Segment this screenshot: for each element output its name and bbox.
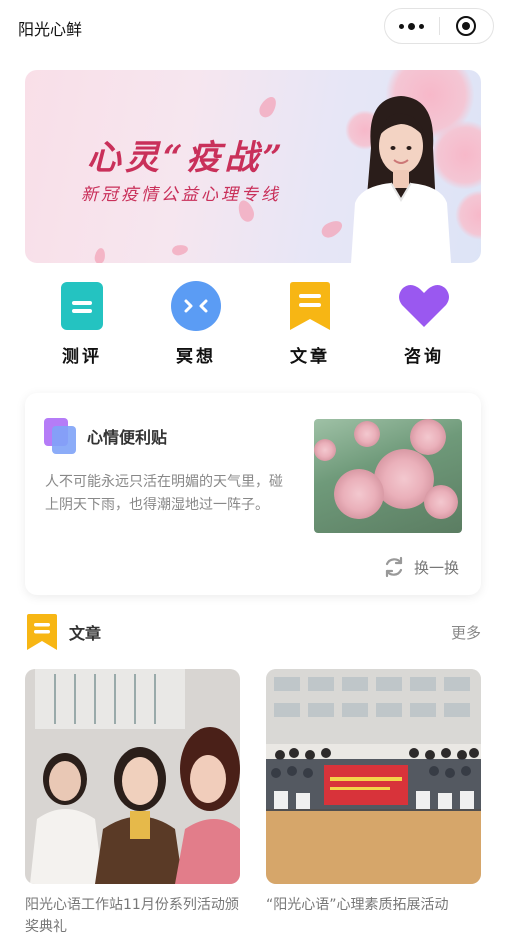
refresh-icon	[385, 556, 403, 578]
mood-note-text: 人不可能永远只活在明媚的天气里，碰上阴天下雨，也得潮湿地过一阵子。	[45, 474, 283, 513]
close-miniprogram-button[interactable]	[439, 9, 493, 43]
article-image	[25, 669, 240, 884]
refresh-label: 换一换	[413, 558, 459, 577]
dot-icon	[399, 23, 405, 29]
dot-icon	[408, 22, 416, 30]
quick-action-label: 冥想	[176, 347, 216, 367]
menu-capsule	[384, 8, 494, 44]
quick-action-label: 测评	[62, 347, 102, 367]
refresh-button[interactable]: 换一换	[382, 555, 459, 579]
navigation-bar: 阳光心鲜	[0, 0, 506, 56]
mood-note-card: 心情便利贴 人不可能永远只活在明媚的天气里，碰上阴天下雨，也得潮湿地过一阵子。 …	[25, 393, 481, 595]
roses-image	[314, 419, 462, 533]
sticky-note-icon	[44, 418, 76, 454]
quick-action-article[interactable]: 文章	[253, 280, 367, 370]
article-icon	[284, 280, 336, 332]
app-title: 阳光心鲜	[18, 20, 83, 39]
banner-title: 心灵“疫战”	[87, 138, 287, 178]
article-caption: “阳光心语”心理素质拓展活动	[266, 897, 449, 913]
quick-actions: 测评 冥想 文章 咨询	[25, 280, 481, 370]
dot-icon	[419, 23, 425, 29]
quick-action-label: 文章	[290, 347, 330, 367]
more-articles-link[interactable]: 更多	[451, 622, 481, 643]
articles-section-title: 文章	[69, 624, 102, 643]
quick-action-test[interactable]: 测评	[25, 280, 139, 370]
counselor-photo	[351, 96, 451, 263]
quick-action-label: 咨询	[404, 347, 444, 367]
banner-subtitle: 新冠疫情公益心理专线	[81, 185, 281, 205]
meditation-icon	[170, 280, 222, 332]
article-card[interactable]: “阳光心语”心理素质拓展活动	[266, 669, 481, 916]
banner[interactable]: 心灵“疫战” 新冠疫情公益心理专线	[25, 70, 481, 263]
mood-note-title: 心情便利贴	[87, 428, 168, 447]
article-image	[266, 669, 481, 884]
article-card[interactable]: 阳光心语工作站11月份系列活动颁奖典礼	[25, 669, 240, 938]
mood-note-header: 心情便利贴	[43, 417, 167, 455]
articles-section-header: 文章 更多	[25, 614, 481, 650]
quick-action-consult[interactable]: 咨询	[367, 280, 481, 370]
test-icon	[56, 280, 108, 332]
heart-icon	[398, 280, 450, 332]
article-caption: 阳光心语工作站11月份系列活动颁奖典礼	[25, 897, 239, 935]
quick-action-meditation[interactable]: 冥想	[139, 280, 253, 370]
target-icon	[456, 16, 477, 36]
article-icon	[27, 614, 57, 650]
more-options-button[interactable]	[385, 9, 439, 43]
